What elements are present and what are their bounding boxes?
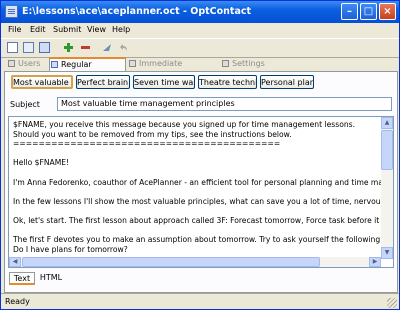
maximize-button[interactable]: □ [360,3,377,20]
menu-help[interactable]: Help [112,25,130,34]
horizontal-scrollbar[interactable]: ◀ ▶ [9,257,381,267]
tab-immediate-messages[interactable]: Immediate messages [128,58,218,80]
scroll-down-arrow[interactable]: ▼ [381,247,393,259]
status-bar: Ready [1,293,399,310]
status-text: Ready [5,297,30,306]
immediate-messages-icon [129,60,136,67]
tab-text[interactable]: Text [9,272,35,285]
scroll-left-arrow[interactable]: ◀ [9,257,21,267]
open-icon[interactable] [23,42,34,53]
tab-html[interactable]: HTML [37,272,65,285]
toolbar [1,38,399,58]
template-button-2[interactable]: Perfect brain f [76,75,130,89]
settings-icon [222,60,229,67]
menu-edit[interactable]: Edit [30,25,46,34]
users-icon [8,60,15,67]
horizontal-scroll-thumb[interactable] [22,257,320,267]
new-document-icon[interactable] [7,42,18,53]
vertical-scrollbar[interactable]: ▲ ▼ [381,117,393,259]
body-line [13,226,383,236]
body-line [13,187,383,197]
subject-input[interactable]: Most valuable time management principles [57,97,392,111]
body-line: Hello $FNAME! [13,158,70,168]
template-button-3[interactable]: Seven time wast [133,75,195,89]
tab-users-label: Users [18,59,41,68]
template-button-5[interactable]: Personal planni [260,75,314,89]
tab-regular-messages[interactable]: Regular messages [49,57,126,80]
message-body-text[interactable]: $FNAME, you receive this message because… [13,120,383,254]
window-title: E:\lessons\ace\aceplanner.oct - OptConta… [22,6,252,17]
send-icon[interactable] [102,42,113,53]
body-line [13,206,383,216]
tab-settings-label: Settings [232,59,265,68]
title-bar[interactable]: E:\lessons\ace\aceplanner.oct - OptConta… [1,1,399,23]
undo-icon[interactable] [118,42,129,53]
template-button-4[interactable]: Theatre techniq [198,75,257,89]
remove-icon[interactable] [80,42,91,53]
scroll-up-arrow[interactable]: ▲ [381,117,393,129]
app-icon[interactable] [5,5,18,18]
tab-users[interactable]: Users [7,58,47,70]
menu-bar: File Edit Submit View Help [1,23,399,38]
main-window: E:\lessons\ace\aceplanner.oct - OptConta… [0,0,400,310]
template-button-1[interactable]: Most valuable t [11,75,73,89]
resize-grip[interactable] [387,298,397,308]
body-line: $FNAME, you receive this message because… [13,120,356,129]
body-line: I'm Anna Fedorenko, coauthor of AcePlann… [13,177,383,187]
menu-view[interactable]: View [87,25,106,34]
body-line: Should you want to be removed from my ti… [13,129,292,139]
tab-settings[interactable]: Settings [221,58,269,70]
regular-messages-panel: Most valuable t Perfect brain f Seven ti… [4,71,398,293]
body-line: In the few lessons I'll show the most va… [13,196,383,206]
body-line: ========================================… [13,139,281,149]
minimize-button[interactable]: – [341,3,358,20]
message-body-editor[interactable]: $FNAME, you receive this message because… [8,116,394,268]
scroll-right-arrow[interactable]: ▶ [369,257,381,267]
body-line: Ok, let's start. The first lesson about … [13,215,383,225]
body-line: Do I have plans for tomorrow? [13,244,128,254]
messages-icon [51,61,58,68]
menu-submit[interactable]: Submit [53,25,81,34]
menu-file[interactable]: File [8,25,21,34]
add-icon[interactable] [63,42,74,53]
body-line: The first F devotes you to make an assum… [13,235,383,245]
save-icon[interactable] [39,42,50,53]
body-line [13,168,383,178]
vertical-scroll-thumb[interactable] [381,130,393,170]
body-line [13,149,383,159]
subject-label: Subject [10,100,40,109]
close-button[interactable]: × [379,3,396,20]
main-tabs: Users Regular messages Immediate message… [1,57,399,80]
